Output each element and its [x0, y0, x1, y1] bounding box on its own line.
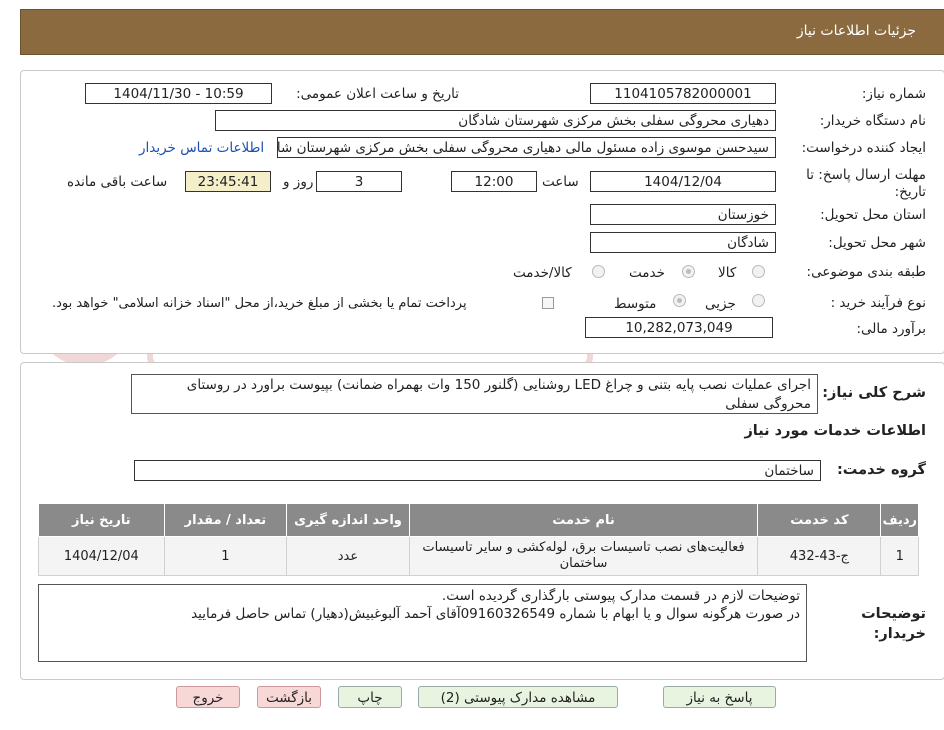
- days-label: روز و: [283, 174, 314, 190]
- category-goods-label: کالا: [718, 265, 737, 281]
- announce-date-field: 1404/11/30 - 10:59: [85, 83, 272, 104]
- table-header-row: ردیف کد خدمت نام خدمت واحد اندازه گیری ت…: [38, 503, 919, 537]
- category-goods-service-label: کالا/خدمت: [513, 265, 572, 281]
- process-medium-label: متوسط: [614, 296, 657, 312]
- days-field: 3: [316, 171, 402, 192]
- description-label: شرح کلی نیاز:: [822, 385, 926, 401]
- col-date-header: تاریخ نیاز: [38, 503, 165, 537]
- city-label: شهر محل تحویل:: [828, 235, 926, 251]
- requester-label: ایجاد کننده درخواست:: [801, 140, 926, 156]
- col-name-header: نام خدمت: [408, 503, 759, 537]
- deadline-date-field: 1404/12/04: [590, 171, 776, 192]
- cell-qty: 1: [163, 536, 288, 576]
- need-number-field: 1104105782000001: [590, 83, 776, 104]
- cell-row: 1: [880, 536, 919, 576]
- city-field: شادگان: [590, 232, 776, 253]
- col-code-header: کد خدمت: [757, 503, 882, 537]
- cell-date: 1404/12/04: [38, 536, 165, 576]
- buyer-contact-link[interactable]: اطلاعات تماس خریدار: [139, 140, 264, 156]
- buyer-notes-textarea[interactable]: توضیحات لازم در قسمت مدارک پیوستی بارگذا…: [38, 584, 807, 662]
- payment-note: پرداخت تمام یا بخشی از مبلغ خرید،از محل …: [52, 296, 467, 311]
- services-table: ردیف کد خدمت نام خدمت واحد اندازه گیری ت…: [38, 503, 919, 576]
- buyer-notes-line-2: در صورت هرگونه سوال و یا ابهام با شماره …: [191, 606, 800, 622]
- category-goods-radio[interactable]: [752, 265, 765, 278]
- print-button[interactable]: چاپ: [338, 686, 402, 708]
- table-row: 1 ج-43-432 فعالیت‌های نصب تاسیسات برق، ل…: [38, 536, 919, 576]
- cell-name: فعالیت‌های نصب تاسیسات برق، لوله‌کشی و س…: [408, 536, 759, 576]
- view-attachments-button[interactable]: مشاهده مدارک پیوستی (2): [418, 686, 618, 708]
- page-title: جزئیات اطلاعات نیاز: [796, 23, 916, 39]
- exit-button[interactable]: خروج: [176, 686, 240, 708]
- category-service-radio[interactable]: [682, 265, 695, 278]
- service-group-label: گروه خدمت:: [836, 462, 926, 478]
- col-qty-header: تعداد / مقدار: [163, 503, 288, 537]
- remaining-time-field: 23:45:41: [185, 171, 271, 192]
- services-section-title: اطلاعات خدمات مورد نیاز: [744, 423, 926, 439]
- deadline-time-label: ساعت: [542, 174, 579, 190]
- description-textarea[interactable]: اجرای عملیات نصب پایه بتنی و چراغ LED رو…: [131, 374, 818, 414]
- category-label: طبقه بندی موضوعی:: [806, 264, 926, 280]
- deadline-label: مهلت ارسال پاسخ: تا تاریخ:: [806, 167, 926, 200]
- announce-date-label: تاریخ و ساعت اعلان عمومی:: [296, 86, 459, 102]
- cell-code: ج-43-432: [757, 536, 882, 576]
- process-minor-label: جزیی: [705, 296, 736, 312]
- remaining-time-label: ساعت باقی مانده: [67, 174, 168, 190]
- requester-field: سیدحسن موسوی زاده مسئول مالی دهیاری محرو…: [277, 137, 776, 158]
- category-goods-service-radio[interactable]: [592, 265, 605, 278]
- col-unit-header: واحد اندازه گیری: [286, 503, 410, 537]
- service-group-field: ساختمان: [134, 460, 821, 481]
- province-label: استان محل تحویل:: [820, 207, 926, 223]
- treasury-checkbox[interactable]: [542, 297, 554, 309]
- buyer-notes-line-1: توضیحات لازم در قسمت مدارک پیوستی بارگذا…: [441, 588, 800, 604]
- buyer-org-field: دهیاری محروگی سفلی بخش مرکزی شهرستان شاد…: [215, 110, 776, 131]
- category-service-label: خدمت: [629, 265, 665, 281]
- reply-button[interactable]: پاسخ به نیاز: [663, 686, 776, 708]
- buyer-notes-label: توضیحات خریدار:: [861, 606, 926, 642]
- col-row-header: ردیف: [880, 503, 919, 537]
- buyer-org-label: نام دستگاه خریدار:: [819, 113, 926, 129]
- budget-field: 10,282,073,049: [585, 317, 773, 338]
- process-medium-radio[interactable]: [673, 294, 686, 307]
- cell-unit: عدد: [286, 536, 410, 576]
- back-button[interactable]: بازگشت: [257, 686, 321, 708]
- process-label: نوع فرآیند خرید :: [830, 295, 926, 311]
- page-header: جزئیات اطلاعات نیاز: [20, 9, 944, 55]
- need-number-label: شماره نیاز:: [861, 86, 926, 102]
- budget-label: برآورد مالی:: [856, 321, 926, 337]
- deadline-time-field: 12:00: [451, 171, 537, 192]
- province-field: خوزستان: [590, 204, 776, 225]
- process-minor-radio[interactable]: [752, 294, 765, 307]
